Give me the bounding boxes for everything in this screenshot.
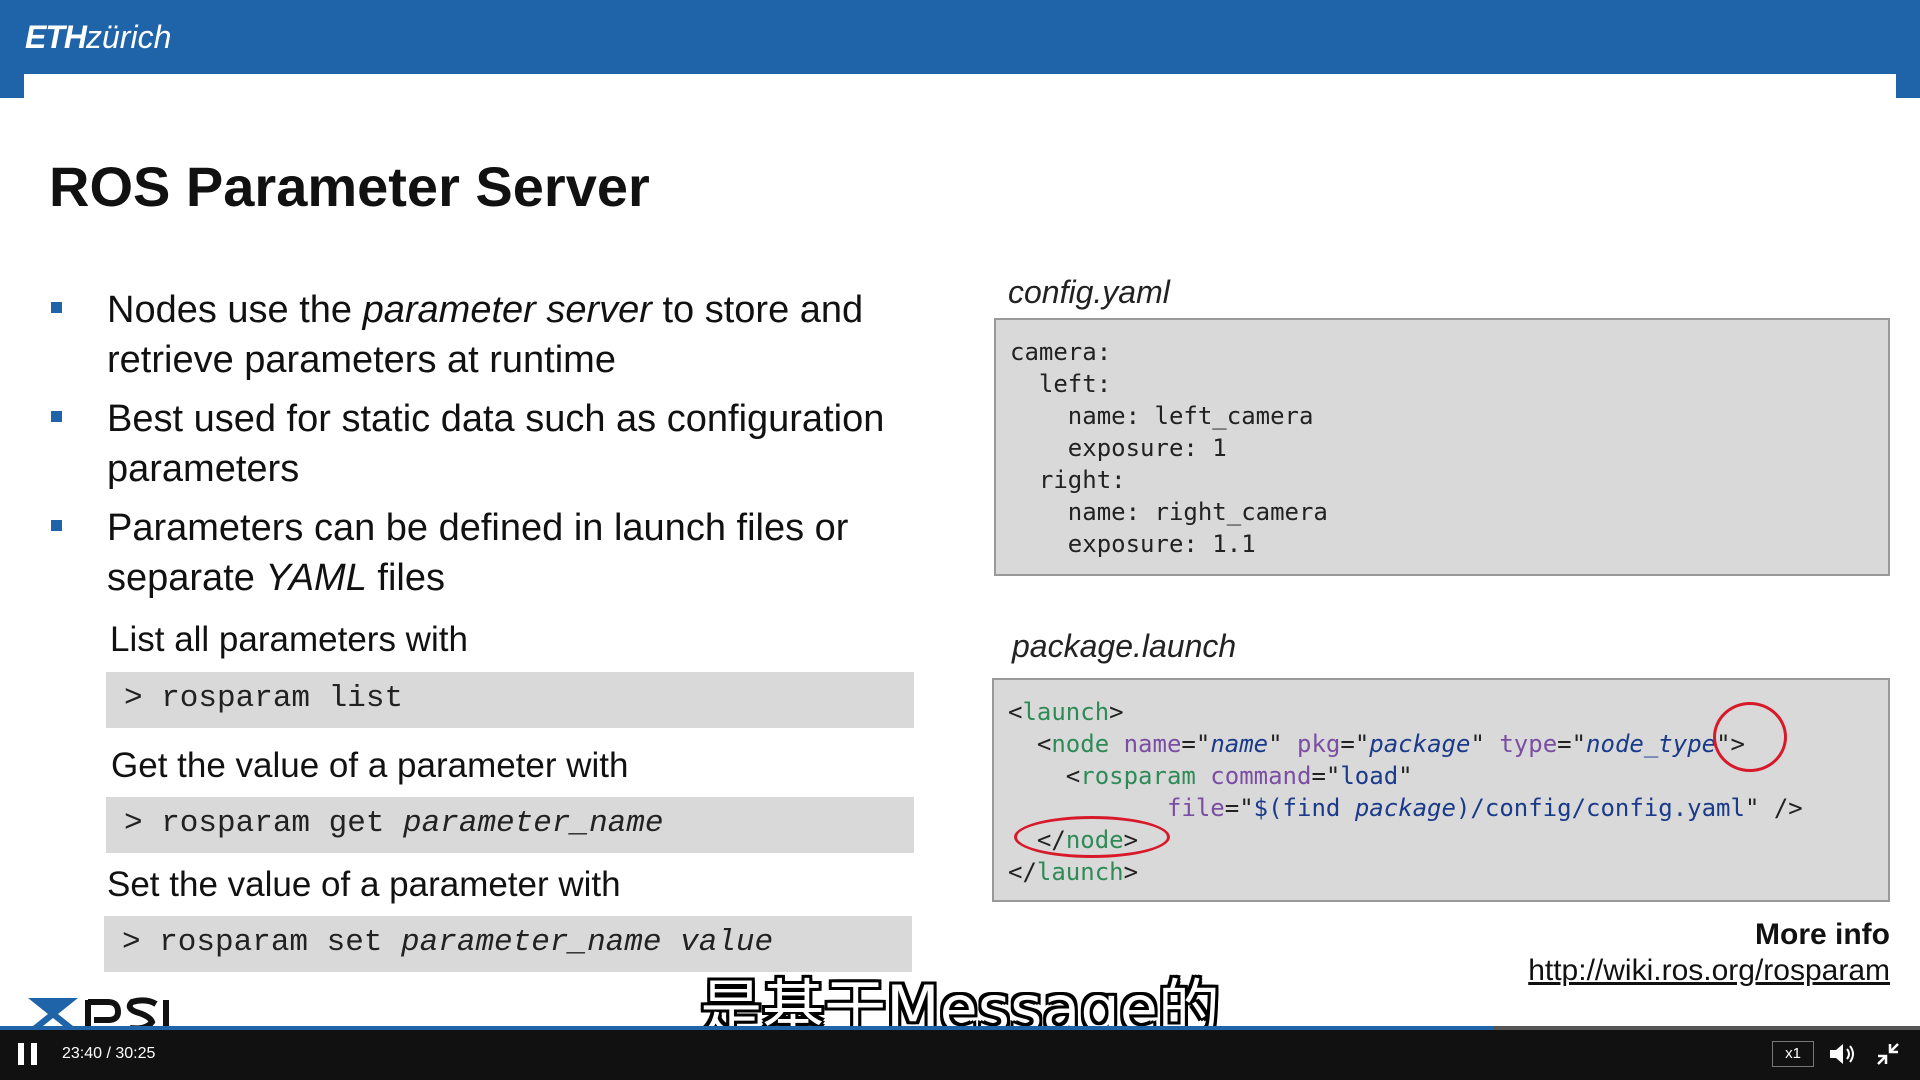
config-code-box: camera: left: name: left_camera exposure…	[994, 318, 1890, 576]
code-line: camera:	[1010, 338, 1112, 366]
command-label: List all parameters with	[110, 620, 468, 659]
command-label: Get the value of a parameter with	[111, 746, 629, 785]
time-display: 23:40 / 30:25	[62, 1045, 156, 1062]
code-line: exposure: 1	[1010, 434, 1227, 462]
bullet-square-icon	[51, 411, 62, 422]
code-line: name: left_camera	[1010, 402, 1314, 430]
launch-file-label: package.launch	[1012, 628, 1237, 664]
command-box: > rosparam get parameter_name	[106, 797, 914, 853]
more-info-label: More info	[1755, 918, 1890, 951]
header-edge	[1896, 74, 1920, 98]
volume-icon[interactable]	[1828, 1041, 1856, 1067]
bullet-item: Nodes use the parameter server to store …	[49, 285, 939, 385]
slide: ETHzürich ROS Parameter Server Nodes use…	[0, 0, 1920, 1030]
player-controls: 23:40 / 30:25 x1	[0, 1026, 1920, 1080]
bullet-square-icon	[51, 520, 62, 531]
code-line: right:	[1010, 466, 1126, 494]
command-label: Set the value of a parameter with	[107, 865, 621, 904]
code-line: left:	[1010, 370, 1112, 398]
code-line: name: right_camera	[1010, 498, 1328, 526]
slide-title: ROS Parameter Server	[49, 155, 650, 218]
bullet-item: Parameters can be defined in launch file…	[49, 503, 939, 603]
progress-bar[interactable]	[0, 1026, 1920, 1030]
header-edge	[0, 74, 24, 98]
bullet-square-icon	[51, 302, 62, 313]
config-file-label: config.yaml	[1008, 274, 1170, 310]
exit-fullscreen-icon[interactable]	[1876, 1042, 1900, 1066]
pause-button[interactable]	[18, 1043, 38, 1065]
speed-button[interactable]: x1	[1772, 1041, 1814, 1067]
code-line: file="$(find package)/config/config.yaml…	[1166, 794, 1803, 822]
bullet-list: Nodes use the parameter server to store …	[49, 285, 939, 612]
annotation-circle	[1713, 702, 1787, 772]
code-line: </launch>	[1008, 858, 1139, 886]
header-bar: ETHzürich	[0, 0, 1920, 74]
code-line: exposure: 1.1	[1010, 530, 1256, 558]
command-box: > rosparam list	[106, 672, 914, 728]
eth-zurich-logo: ETHzürich	[25, 19, 172, 55]
bullet-item: Best used for static data such as config…	[49, 394, 939, 494]
progress-fill	[0, 1026, 1494, 1030]
annotation-ellipse	[1014, 816, 1170, 858]
